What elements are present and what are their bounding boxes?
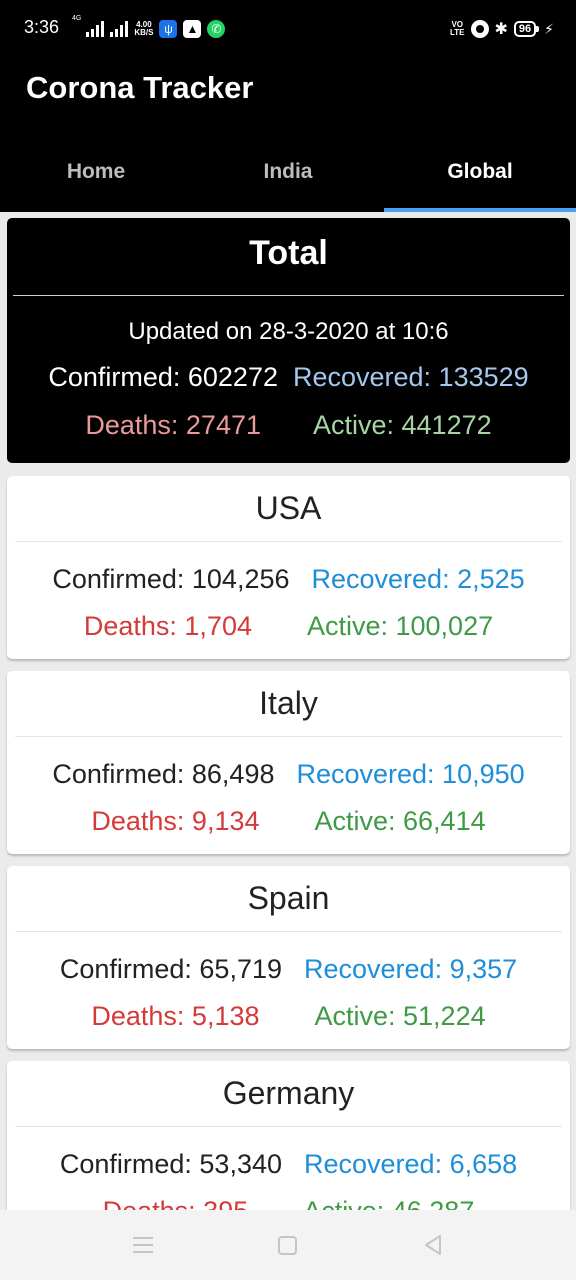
confirmed-count: Confirmed: 65,719 (59, 954, 282, 984)
whatsapp-icon: ✆ (207, 20, 226, 38)
total-title: Total (249, 234, 328, 272)
active-count: Active: 100,027 (306, 611, 494, 641)
data-speed: 4.00 KB/S (134, 21, 153, 37)
stat-row: Confirmed: 602272 Recovered: 133529 (7, 362, 570, 393)
volte-icon: VO LTE (450, 21, 465, 37)
stat-row: Deaths: 1,704 Active: 100,027 (7, 611, 570, 642)
divider (15, 931, 562, 932)
global-stats-list[interactable]: Total Updated on 28-3-2020 at 10:6 Confi… (0, 212, 576, 1210)
back-icon (425, 1235, 442, 1255)
battery-icon: 96 (513, 21, 540, 37)
status-right-icons: VO LTE ✱ 96 ⚡ (450, 16, 554, 42)
updated-timestamp: Updated on 28-3-2020 at 10:6 (128, 318, 449, 345)
total-active: Active: 441272 (313, 410, 492, 440)
data-speed-unit: KB/S (134, 28, 154, 37)
app-bar: 3:36 4G 4.00 KB/S ψ ▲ ✆ VO LTE ✱ 96 ⚡ Co… (0, 0, 576, 212)
divider (15, 541, 562, 542)
recovered-count: Recovered: 2,525 (311, 564, 525, 594)
status-left-icons: 4G 4.00 KB/S ψ ▲ ✆ (72, 15, 226, 42)
total-deaths: Deaths: 27471 (85, 410, 261, 440)
divider (13, 295, 564, 296)
country-name: USA (255, 490, 322, 526)
stat-row: Confirmed: 86,498 Recovered: 10,950 (7, 759, 570, 790)
stat-row: Deaths: 5,138 Active: 51,224 (7, 1001, 570, 1032)
active-count: Active: 66,414 (314, 806, 486, 836)
status-bar: 3:36 4G 4.00 KB/S ψ ▲ ✆ VO LTE ✱ 96 ⚡ (0, 0, 576, 58)
active-count: Active: 51,224 (314, 1001, 486, 1031)
deaths-count: Deaths: 9,134 (91, 806, 260, 836)
recovered-count: Recovered: 10,950 (296, 759, 525, 789)
stat-row: Deaths: 9,134 Active: 66,414 (7, 806, 570, 837)
battery-level: 96 (518, 23, 532, 35)
confirmed-count: Confirmed: 104,256 (52, 564, 290, 594)
stat-row: Confirmed: 104,256 Recovered: 2,525 (7, 564, 570, 595)
charging-icon: ⚡ (544, 20, 554, 37)
back-button[interactable] (413, 1225, 453, 1265)
menu-icon (132, 1237, 153, 1253)
stat-row: Confirmed: 53,340 Recovered: 6,658 (7, 1149, 570, 1180)
signal-icon (86, 21, 105, 37)
home-icon (278, 1235, 298, 1255)
usb-icon: ψ (159, 20, 178, 38)
tab-home[interactable]: Home (0, 134, 192, 212)
recovered-count: Recovered: 6,658 (304, 1149, 518, 1179)
tab-bar: Home India Global (0, 134, 576, 212)
bluetooth-icon: ✱ (494, 21, 508, 38)
app-title: Corona Tracker (26, 70, 254, 105)
country-card-usa[interactable]: USA Confirmed: 104,256 Recovered: 2,525 … (7, 476, 570, 659)
active-count: Active: 46,287 (303, 1196, 474, 1210)
total-recovered: Recovered: 133529 (292, 362, 529, 392)
country-name: Spain (247, 880, 330, 916)
stat-row: Confirmed: 65,719 Recovered: 9,357 (7, 954, 570, 985)
tab-global[interactable]: Global (384, 134, 576, 212)
deaths-count: Deaths: 1,704 (83, 611, 252, 641)
alarm-icon (470, 20, 489, 38)
country-card-italy[interactable]: Italy Confirmed: 86,498 Recovered: 10,95… (7, 671, 570, 854)
deaths-count: Deaths: 5,138 (91, 1001, 260, 1031)
stat-row: Deaths: 27471 Active: 441272 (7, 410, 570, 441)
country-name: Italy (259, 685, 318, 721)
divider (15, 1126, 562, 1127)
recovered-count: Recovered: 9,357 (304, 954, 518, 984)
deaths-count: Deaths: 395 (103, 1196, 249, 1210)
drive-icon: ▲ (183, 20, 202, 38)
navigation-bar (0, 1210, 576, 1280)
status-time: 3:36 (24, 17, 60, 37)
confirmed-count: Confirmed: 53,340 (59, 1149, 282, 1179)
tab-india[interactable]: India (192, 134, 384, 212)
volte-bottom: LTE (449, 28, 465, 37)
country-card-germany[interactable]: Germany Confirmed: 53,340 Recovered: 6,6… (7, 1061, 570, 1210)
total-card: Total Updated on 28-3-2020 at 10:6 Confi… (7, 218, 570, 463)
stat-row: Deaths: 395 Active: 46,287 (7, 1196, 570, 1210)
signal-icon (110, 21, 129, 37)
confirmed-count: Confirmed: 86,498 (52, 759, 275, 789)
menu-button[interactable] (123, 1225, 163, 1265)
country-name: Germany (222, 1075, 355, 1111)
country-card-spain[interactable]: Spain Confirmed: 65,719 Recovered: 9,357… (7, 866, 570, 1049)
divider (15, 736, 562, 737)
home-button[interactable] (268, 1225, 308, 1265)
network-type-label: 4G (72, 15, 82, 22)
total-confirmed: Confirmed: 602272 (48, 362, 278, 392)
